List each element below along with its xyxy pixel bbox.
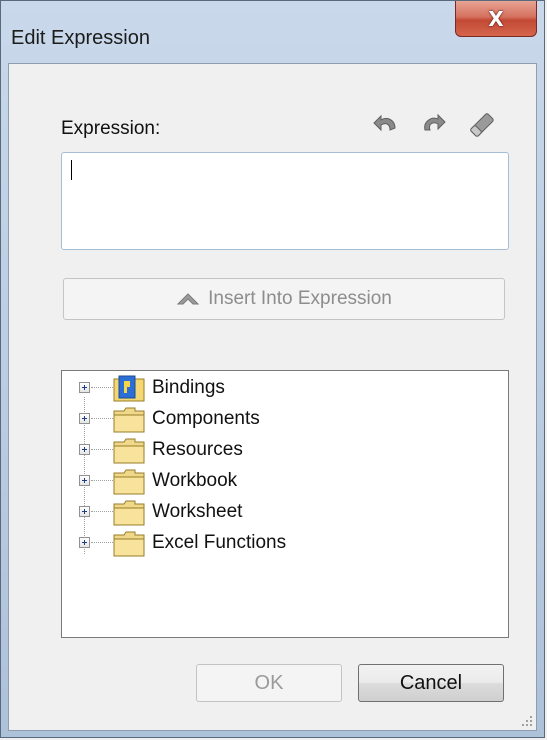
tree-item-label: Components [152, 408, 260, 429]
expand-icon[interactable] [79, 475, 90, 486]
chevron-up-icon [176, 293, 200, 305]
cancel-button-label: Cancel [399, 671, 463, 694]
tree-item-label: Worksheet [152, 501, 243, 522]
ok-button[interactable]: OK [196, 664, 342, 702]
tree-item-workbook[interactable]: Workbook [62, 466, 502, 497]
text-caret [71, 160, 72, 180]
expand-icon[interactable] [79, 506, 90, 517]
folder-icon [113, 407, 145, 433]
folder-icon [113, 438, 145, 464]
cancel-button[interactable]: Cancel [358, 664, 504, 702]
tree-connector [91, 418, 113, 419]
tree-connector [91, 511, 113, 512]
folder-icon [113, 469, 145, 495]
redo-icon[interactable] [417, 108, 451, 142]
binding-folder-icon [113, 375, 145, 402]
tree-item-label: Workbook [152, 470, 238, 491]
insert-button-label: Insert Into Expression [208, 288, 392, 309]
tree-item-label: Resources [152, 439, 243, 460]
expression-tree[interactable]: Bindings Components Resources Workbook W… [61, 370, 509, 638]
close-icon: X [488, 6, 504, 31]
eraser-icon[interactable] [465, 108, 499, 142]
resize-grip-icon[interactable] [521, 715, 533, 727]
tree-item-resources[interactable]: Resources [62, 435, 502, 466]
window-title: Edit Expression [11, 27, 150, 49]
tree-item-bindings[interactable]: Bindings [62, 373, 502, 404]
ok-button-label: OK [254, 671, 284, 694]
tree-connector [91, 480, 113, 481]
tree-connector [91, 449, 113, 450]
folder-icon [113, 531, 145, 557]
tree-connector [91, 542, 113, 543]
tree-item-worksheet[interactable]: Worksheet [62, 497, 502, 528]
tree-item-label: Bindings [152, 377, 225, 398]
dialog-body: Expression: Insert Into Expression Bindi… [8, 63, 537, 731]
tree-item-excel-functions[interactable]: Excel Functions [62, 528, 502, 559]
tree-connector [91, 387, 113, 388]
edit-expression-dialog: Edit Expression X Expression: Insert Int… [0, 0, 545, 738]
insert-into-expression-button[interactable]: Insert Into Expression [63, 278, 505, 320]
close-button[interactable]: X [455, 1, 537, 37]
undo-icon[interactable] [369, 108, 403, 142]
expression-label: Expression: [61, 118, 161, 139]
tree-item-label: Excel Functions [152, 532, 287, 553]
expand-icon[interactable] [79, 444, 90, 455]
expand-icon[interactable] [79, 537, 90, 548]
expand-icon[interactable] [79, 413, 90, 424]
title-bar[interactable]: Edit Expression X [1, 1, 544, 63]
expression-input[interactable] [61, 152, 509, 250]
folder-icon [113, 500, 145, 526]
expand-icon[interactable] [79, 382, 90, 393]
tree-item-components[interactable]: Components [62, 404, 502, 435]
